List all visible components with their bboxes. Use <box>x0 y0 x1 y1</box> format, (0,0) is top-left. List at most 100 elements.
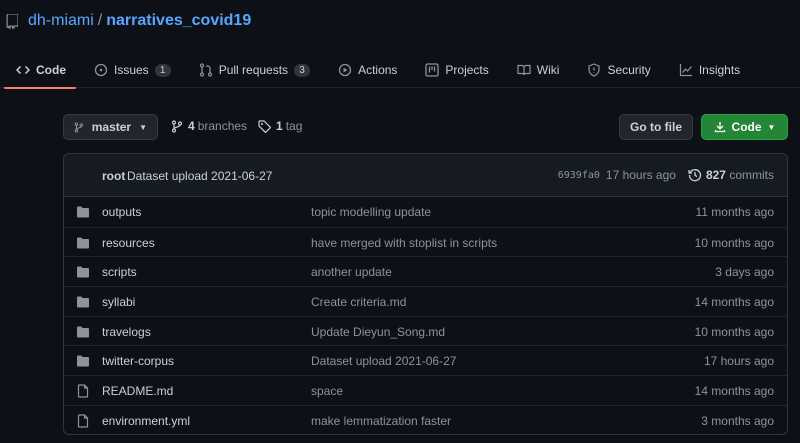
tab-actions[interactable]: Actions <box>322 52 407 88</box>
tab-label: Actions <box>358 63 398 77</box>
file-toolbar: master ▼ 4 branches 1 tag Go to file Cod… <box>63 114 788 140</box>
commit-author[interactable]: root <box>102 169 125 183</box>
code-icon <box>16 63 30 77</box>
file-name[interactable]: outputs <box>102 205 141 219</box>
branches-link[interactable]: 4 branches <box>171 119 247 133</box>
project-icon <box>425 63 440 77</box>
file-commit-message[interactable]: Dataset upload 2021-06-27 <box>311 354 456 368</box>
file-name[interactable]: resources <box>102 236 155 250</box>
repo-separator: / <box>97 12 103 29</box>
commit-message[interactable]: Dataset upload 2021-06-27 <box>127 169 272 183</box>
history-icon <box>688 168 702 182</box>
tab-label: Projects <box>445 63 489 77</box>
file-commit-message[interactable]: Create criteria.md <box>311 295 406 309</box>
tags-link[interactable]: 1 tag <box>258 119 302 133</box>
commit-time: 17 hours ago <box>605 168 676 182</box>
file-row[interactable]: environment.yml make lemmatization faste… <box>64 404 787 434</box>
repo-name-link[interactable]: narratives_covid19 <box>106 12 251 30</box>
graph-icon <box>679 63 693 77</box>
file-row[interactable]: twitter-corpus Dataset upload 2021-06-27… <box>64 345 787 375</box>
tab-label: Insights <box>698 63 741 77</box>
branches-label: branches <box>197 119 248 133</box>
file-icon <box>76 384 90 398</box>
folder-icon <box>76 354 90 368</box>
repo-header: dh-miami / narratives_covid19 Code Issue… <box>0 0 800 89</box>
go-to-file-label: Go to file <box>630 120 682 134</box>
folder-icon <box>76 236 90 250</box>
file-age: 3 days ago <box>715 265 774 280</box>
issues-counter: 1 <box>154 63 171 77</box>
tab-issues[interactable]: Issues 1 <box>78 52 181 88</box>
file-commit-message[interactable]: Update Dieyun_Song.md <box>311 325 445 339</box>
file-row[interactable]: scripts another update 3 days ago <box>64 256 787 286</box>
folder-icon <box>76 295 90 309</box>
commit-meta: 6939fa0 17 hours ago 827 commits <box>558 168 774 182</box>
repo-title: dh-miami / narratives_covid19 <box>6 12 251 30</box>
latest-commit-bar: root Dataset upload 2021-06-27 6939fa0 1… <box>64 154 787 197</box>
file-browser: root Dataset upload 2021-06-27 6939fa0 1… <box>63 153 788 435</box>
tab-label: Wiki <box>536 63 560 77</box>
pull-requests-counter: 3 <box>294 63 311 77</box>
file-row[interactable]: syllabi Create criteria.md 14 months ago <box>64 286 787 316</box>
file-name[interactable]: syllabi <box>102 295 135 309</box>
file-icon <box>76 414 90 428</box>
tab-pull-requests[interactable]: Pull requests 3 <box>183 52 320 88</box>
file-age: 17 hours ago <box>703 354 774 369</box>
tab-security[interactable]: Security <box>571 52 660 88</box>
branches-count: 4 <box>188 119 195 133</box>
file-age: 14 months ago <box>694 295 774 310</box>
code-button-label: Code <box>731 120 762 134</box>
play-icon <box>338 63 352 77</box>
branch-icon <box>171 119 183 133</box>
file-name[interactable]: scripts <box>102 265 137 279</box>
file-name[interactable]: README.md <box>102 384 173 398</box>
repo-nav-tabs: Code Issues 1 Pull requests 3 Actions Pr… <box>0 52 752 89</box>
tags-count: 1 <box>276 119 283 133</box>
commits-count: 827 <box>705 168 726 182</box>
tab-projects[interactable]: Projects <box>409 52 498 88</box>
go-to-file-button[interactable]: Go to file <box>619 114 693 140</box>
book-icon <box>517 63 531 77</box>
tab-label: Pull requests <box>218 63 289 77</box>
file-list: outputs topic modelling update 11 months… <box>64 197 787 434</box>
file-age: 11 months ago <box>695 205 775 219</box>
shield-icon <box>587 63 601 77</box>
file-commit-message[interactable]: have merged with stoplist in scripts <box>311 236 497 250</box>
tab-code[interactable]: Code <box>0 52 76 89</box>
file-age: 10 months ago <box>694 235 774 250</box>
pull-request-icon <box>199 63 213 77</box>
tab-label: Security <box>607 63 651 77</box>
file-age: 3 months ago <box>701 413 774 428</box>
code-dropdown-button[interactable]: Code ▼ <box>701 114 788 140</box>
branch-name: master <box>91 120 132 134</box>
folder-icon <box>76 205 90 219</box>
branch-select-button[interactable]: master ▼ <box>63 114 158 140</box>
commits-link[interactable]: 827 commits <box>706 168 774 182</box>
tag-icon <box>258 119 271 133</box>
file-row[interactable]: resources have merged with stoplist in s… <box>64 226 787 257</box>
file-row[interactable]: README.md space 14 months ago <box>64 375 787 405</box>
file-age: 10 months ago <box>694 324 774 339</box>
folder-icon <box>76 265 90 279</box>
tab-wiki[interactable]: Wiki <box>501 52 570 88</box>
tab-insights[interactable]: Insights <box>663 52 750 88</box>
file-commit-message[interactable]: space <box>311 384 343 398</box>
file-name[interactable]: travelogs <box>102 325 151 339</box>
folder-icon <box>76 325 90 339</box>
commit-sha[interactable]: 6939fa0 <box>558 170 600 181</box>
file-commit-message[interactable]: topic modelling update <box>311 205 431 219</box>
file-row[interactable]: travelogs Update Dieyun_Song.md 10 month… <box>64 315 787 346</box>
repo-icon <box>6 14 18 29</box>
file-name[interactable]: twitter-corpus <box>102 354 174 368</box>
repo-owner-link[interactable]: dh-miami <box>28 12 94 30</box>
chevron-down-icon: ▼ <box>767 122 776 132</box>
issue-icon <box>94 63 108 77</box>
commits-label: commits <box>729 168 774 182</box>
file-commit-message[interactable]: make lemmatization faster <box>311 414 451 428</box>
file-age: 14 months ago <box>694 384 774 399</box>
file-commit-message[interactable]: another update <box>311 265 392 279</box>
download-icon <box>714 122 725 133</box>
file-name[interactable]: environment.yml <box>102 414 190 428</box>
tab-label: Code <box>36 63 66 77</box>
file-row[interactable]: outputs topic modelling update 11 months… <box>64 197 787 227</box>
